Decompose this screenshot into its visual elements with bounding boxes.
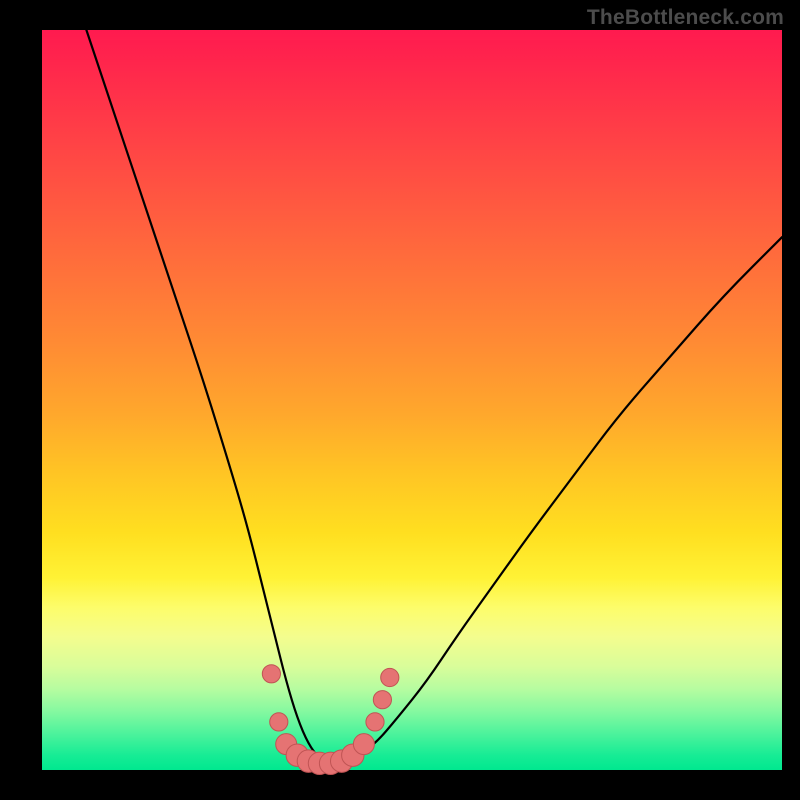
bottleneck-curve — [86, 30, 782, 764]
plot-area — [42, 30, 782, 770]
chart-frame: TheBottleneck.com — [0, 0, 800, 800]
attribution-text: TheBottleneck.com — [587, 6, 784, 30]
curve-marker — [353, 734, 374, 755]
curve-markers — [262, 665, 399, 775]
curve-marker — [366, 713, 384, 731]
curve-marker — [262, 665, 280, 683]
curve-marker — [270, 713, 288, 731]
plot-svg — [42, 30, 782, 770]
curve-marker — [381, 668, 399, 686]
curve-marker — [373, 691, 391, 709]
